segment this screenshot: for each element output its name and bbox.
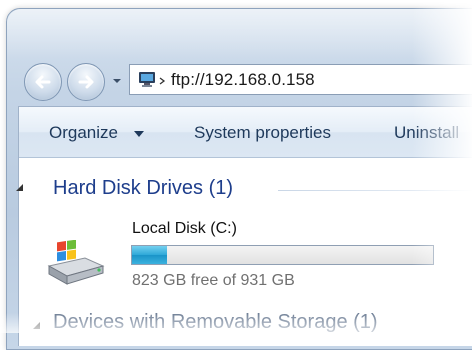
group-divider bbox=[278, 190, 472, 191]
group-header-hard-disk-drives[interactable]: Hard Disk Drives (1) bbox=[53, 177, 233, 200]
address-url[interactable]: ftp://192.168.0.158 bbox=[171, 70, 315, 90]
disk-usage-fill bbox=[132, 246, 167, 264]
hard-drive-icon[interactable] bbox=[45, 240, 107, 288]
organize-button[interactable]: Organize bbox=[49, 123, 118, 143]
forward-button[interactable] bbox=[67, 63, 105, 101]
command-bar: Organize System properties Uninstall bbox=[19, 107, 472, 158]
disk-usage-bar bbox=[131, 245, 434, 265]
computer-icon bbox=[139, 72, 155, 87]
drive-free-space: 823 GB free of 931 GB bbox=[132, 272, 295, 289]
forward-arrow-icon bbox=[78, 75, 94, 89]
system-properties-button[interactable]: System properties bbox=[194, 123, 331, 143]
dropdown-arrow-icon[interactable] bbox=[134, 131, 144, 137]
collapse-triangle-icon[interactable] bbox=[15, 183, 24, 192]
back-arrow-icon bbox=[35, 75, 51, 89]
back-button[interactable] bbox=[24, 63, 62, 101]
group-header-removable-storage[interactable]: Devices with Removable Storage (1) bbox=[53, 311, 378, 334]
uninstall-button[interactable]: Uninstall bbox=[394, 123, 459, 143]
breadcrumb-chevron-icon[interactable] bbox=[158, 77, 166, 85]
drive-name[interactable]: Local Disk (C:) bbox=[132, 220, 237, 238]
content-pane: Organize System properties Uninstall bbox=[18, 106, 472, 346]
history-chevron-down-icon[interactable] bbox=[111, 76, 123, 86]
collapse-triangle-icon[interactable] bbox=[32, 321, 41, 330]
address-bar[interactable]: ftp://192.168.0.158 bbox=[129, 64, 472, 95]
